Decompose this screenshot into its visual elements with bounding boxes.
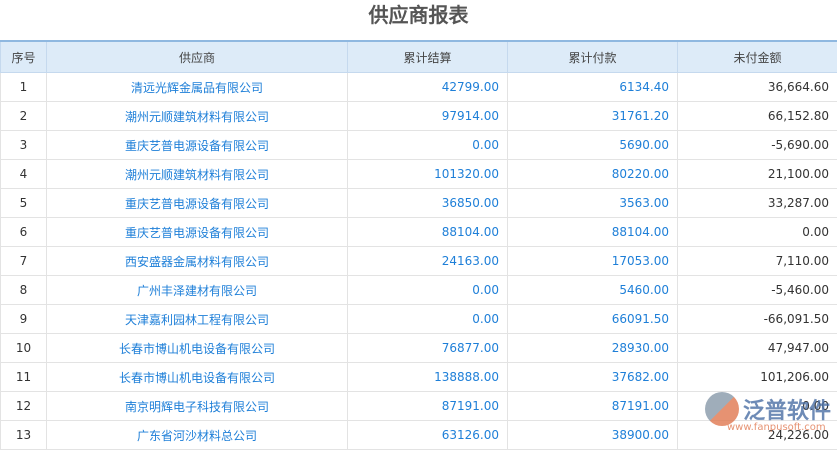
table-row: 12南京明辉电子科技有限公司87191.0087191.000.00	[1, 392, 837, 421]
column-header[interactable]: 累计结算	[348, 41, 508, 73]
total-settlement[interactable]: 0.00	[348, 131, 508, 160]
table-row: 13广东省河沙材料总公司63126.0038900.0024,226.00	[1, 421, 837, 450]
supplier-link[interactable]: 广东省河沙材料总公司	[47, 421, 348, 450]
row-index: 3	[1, 131, 47, 160]
page-title: 供应商报表	[0, 0, 837, 40]
column-header[interactable]: 未付金额	[678, 41, 837, 73]
total-payment[interactable]: 88104.00	[508, 218, 678, 247]
total-payment[interactable]: 38900.00	[508, 421, 678, 450]
supplier-link[interactable]: 长春市博山机电设备有限公司	[47, 363, 348, 392]
total-settlement[interactable]: 97914.00	[348, 102, 508, 131]
total-payment[interactable]: 80220.00	[508, 160, 678, 189]
unpaid-amount: 47,947.00	[678, 334, 837, 363]
total-payment[interactable]: 5460.00	[508, 276, 678, 305]
row-index: 6	[1, 218, 47, 247]
table-row: 5重庆艺普电源设备有限公司36850.003563.0033,287.00	[1, 189, 837, 218]
supplier-link[interactable]: 清远光辉金属品有限公司	[47, 73, 348, 102]
supplier-link[interactable]: 长春市博山机电设备有限公司	[47, 334, 348, 363]
total-settlement[interactable]: 138888.00	[348, 363, 508, 392]
row-index: 7	[1, 247, 47, 276]
total-payment[interactable]: 37682.00	[508, 363, 678, 392]
row-index: 12	[1, 392, 47, 421]
unpaid-amount: 101,206.00	[678, 363, 837, 392]
column-header[interactable]: 供应商	[47, 41, 348, 73]
row-index: 13	[1, 421, 47, 450]
unpaid-amount: 21,100.00	[678, 160, 837, 189]
table-row: 1清远光辉金属品有限公司42799.006134.4036,664.60	[1, 73, 837, 102]
total-payment[interactable]: 31761.20	[508, 102, 678, 131]
row-index: 9	[1, 305, 47, 334]
total-payment[interactable]: 6134.40	[508, 73, 678, 102]
table-row: 9天津嘉利园林工程有限公司0.0066091.50-66,091.50	[1, 305, 837, 334]
total-settlement[interactable]: 0.00	[348, 305, 508, 334]
table-row: 10长春市博山机电设备有限公司76877.0028930.0047,947.00	[1, 334, 837, 363]
total-settlement[interactable]: 87191.00	[348, 392, 508, 421]
total-settlement[interactable]: 76877.00	[348, 334, 508, 363]
total-payment[interactable]: 3563.00	[508, 189, 678, 218]
table-row: 4潮州元顺建筑材料有限公司101320.0080220.0021,100.00	[1, 160, 837, 189]
supplier-link[interactable]: 广州丰泽建材有限公司	[47, 276, 348, 305]
supplier-link[interactable]: 潮州元顺建筑材料有限公司	[47, 160, 348, 189]
total-settlement[interactable]: 42799.00	[348, 73, 508, 102]
total-payment[interactable]: 5690.00	[508, 131, 678, 160]
unpaid-amount: 7,110.00	[678, 247, 837, 276]
unpaid-amount: 24,226.00	[678, 421, 837, 450]
supplier-report-table: 序号供应商累计结算累计付款未付金额 1清远光辉金属品有限公司42799.0061…	[0, 40, 837, 450]
supplier-link[interactable]: 南京明辉电子科技有限公司	[47, 392, 348, 421]
supplier-link[interactable]: 潮州元顺建筑材料有限公司	[47, 102, 348, 131]
total-settlement[interactable]: 24163.00	[348, 247, 508, 276]
unpaid-amount: -5,690.00	[678, 131, 837, 160]
total-settlement[interactable]: 88104.00	[348, 218, 508, 247]
row-index: 4	[1, 160, 47, 189]
table-row: 7西安盛器金属材料有限公司24163.0017053.007,110.00	[1, 247, 837, 276]
row-index: 8	[1, 276, 47, 305]
supplier-link[interactable]: 重庆艺普电源设备有限公司	[47, 189, 348, 218]
total-settlement[interactable]: 0.00	[348, 276, 508, 305]
total-settlement[interactable]: 63126.00	[348, 421, 508, 450]
table-row: 8广州丰泽建材有限公司0.005460.00-5,460.00	[1, 276, 837, 305]
total-payment[interactable]: 66091.50	[508, 305, 678, 334]
row-index: 5	[1, 189, 47, 218]
unpaid-amount: 66,152.80	[678, 102, 837, 131]
row-index: 10	[1, 334, 47, 363]
unpaid-amount: 0.00	[678, 218, 837, 247]
supplier-link[interactable]: 西安盛器金属材料有限公司	[47, 247, 348, 276]
table-row: 6重庆艺普电源设备有限公司88104.0088104.000.00	[1, 218, 837, 247]
unpaid-amount: 36,664.60	[678, 73, 837, 102]
unpaid-amount: -5,460.00	[678, 276, 837, 305]
supplier-link[interactable]: 重庆艺普电源设备有限公司	[47, 218, 348, 247]
total-settlement[interactable]: 36850.00	[348, 189, 508, 218]
unpaid-amount: 0.00	[678, 392, 837, 421]
supplier-link[interactable]: 天津嘉利园林工程有限公司	[47, 305, 348, 334]
supplier-link[interactable]: 重庆艺普电源设备有限公司	[47, 131, 348, 160]
row-index: 2	[1, 102, 47, 131]
unpaid-amount: 33,287.00	[678, 189, 837, 218]
column-header[interactable]: 序号	[1, 41, 47, 73]
total-payment[interactable]: 17053.00	[508, 247, 678, 276]
table-row: 2潮州元顺建筑材料有限公司97914.0031761.2066,152.80	[1, 102, 837, 131]
row-index: 11	[1, 363, 47, 392]
table-row: 3重庆艺普电源设备有限公司0.005690.00-5,690.00	[1, 131, 837, 160]
row-index: 1	[1, 73, 47, 102]
column-header[interactable]: 累计付款	[508, 41, 678, 73]
table-row: 11长春市博山机电设备有限公司138888.0037682.00101,206.…	[1, 363, 837, 392]
total-settlement[interactable]: 101320.00	[348, 160, 508, 189]
total-payment[interactable]: 87191.00	[508, 392, 678, 421]
unpaid-amount: -66,091.50	[678, 305, 837, 334]
total-payment[interactable]: 28930.00	[508, 334, 678, 363]
